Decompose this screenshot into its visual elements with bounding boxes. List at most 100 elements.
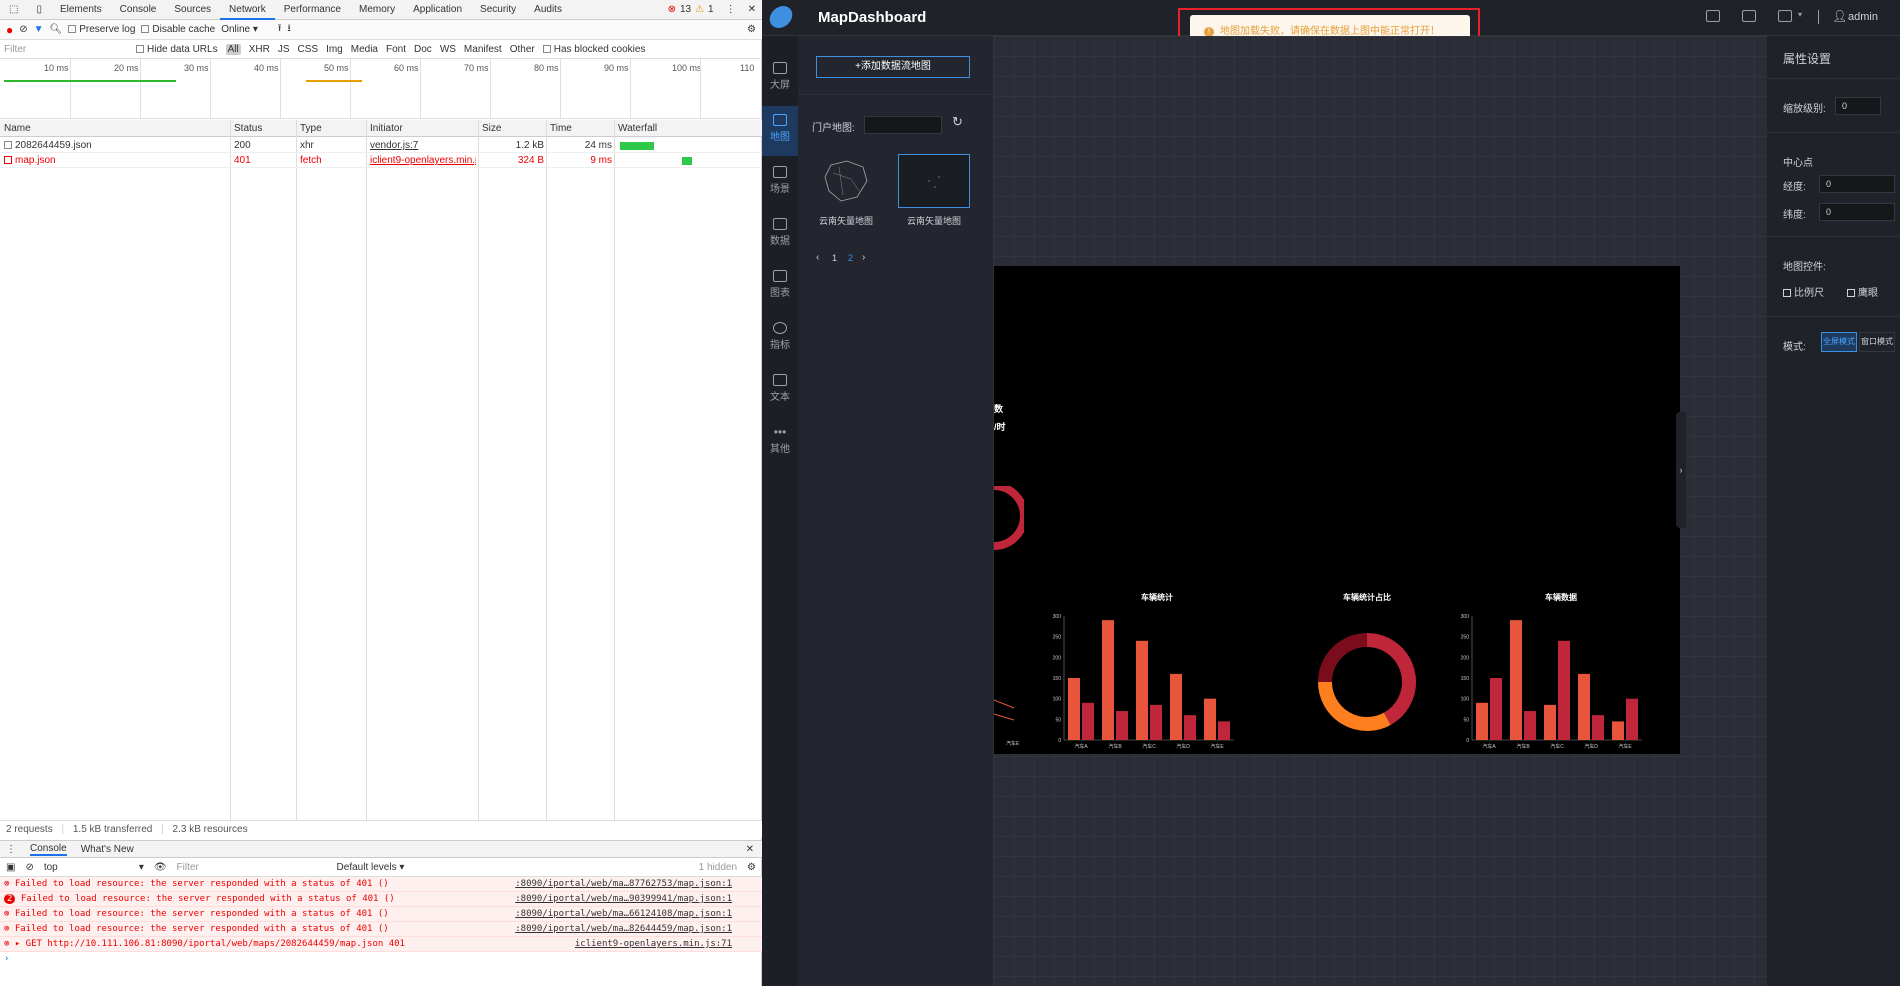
sidebar-item-indicator[interactable]: 指标	[762, 314, 798, 364]
bar[interactable]	[1170, 673, 1182, 740]
record-icon[interactable]: ●	[6, 23, 13, 37]
tab-network[interactable]: Network	[220, 0, 275, 20]
donut-slice[interactable]	[1366, 633, 1416, 725]
sidebar-item-screen[interactable]: 大屏	[762, 54, 798, 104]
column-header-name[interactable]: Name	[0, 120, 230, 137]
column-header-waterfall[interactable]: Waterfall	[614, 120, 762, 137]
sidebar-item-chart[interactable]: 图表	[762, 262, 798, 312]
filter-input[interactable]: Filter	[4, 44, 128, 55]
hide-data-urls-checkbox[interactable]: Hide data URLs	[136, 44, 218, 55]
prev-page-icon[interactable]: ‹	[816, 252, 819, 263]
tab-performance[interactable]: Performance	[275, 0, 350, 20]
bar[interactable]	[1136, 640, 1148, 740]
filter-icon[interactable]: ▼	[34, 24, 44, 35]
bar[interactable]	[1082, 702, 1094, 740]
type-filter-other[interactable]: Other	[510, 44, 535, 55]
user-icon[interactable]: 👤︎	[1832, 9, 1847, 23]
bar[interactable]	[1184, 715, 1196, 740]
clear-console-icon[interactable]: ⊘	[25, 862, 33, 873]
console-source-link[interactable]: :8090/iportal/web/ma…90399941/map.json:1	[515, 892, 732, 907]
page-1[interactable]: 1	[832, 253, 837, 263]
donut-slice[interactable]	[1318, 681, 1391, 731]
add-data-flow-map-button[interactable]: +添加数据流地图	[816, 56, 970, 78]
dashboard-preview[interactable]: 数 /时 汽车E 车辆统计 300 250 200 150 100 50 0 汽车A 汽车B 汽车…	[994, 266, 1680, 754]
type-filter-font[interactable]: Font	[386, 44, 406, 55]
sidebar-item-text[interactable]: 文本	[762, 366, 798, 416]
search-icon[interactable]: 🔍︎	[50, 24, 63, 35]
type-filter-doc[interactable]: Doc	[414, 44, 432, 55]
page-2[interactable]: 2	[848, 253, 853, 263]
tab-console[interactable]: Console	[111, 0, 166, 20]
save-icon[interactable]	[1778, 10, 1792, 22]
disable-cache-checkbox[interactable]: Disable cache	[141, 24, 215, 35]
sidebar-toggle-icon[interactable]: ▣	[6, 862, 15, 873]
map-thumbnail[interactable]	[810, 154, 882, 208]
tab-elements[interactable]: Elements	[51, 0, 111, 20]
tab-whats-new[interactable]: What's New	[81, 844, 134, 855]
bar[interactable]	[1510, 620, 1522, 740]
canvas-collapse-handle[interactable]: ›	[1676, 412, 1686, 528]
request-initiator[interactable]: iclient9-openlayers.min.js...	[366, 153, 476, 168]
vehicle-stats-bar-chart[interactable]: 300 250 200 150 100 50 0 汽车A 汽车B 汽车C 汽车D 汽车E	[1042, 602, 1242, 752]
overview-checkbox[interactable]: 鹰眼	[1847, 284, 1878, 299]
bar[interactable]	[1102, 620, 1114, 740]
export-icon[interactable]: ⭳	[287, 21, 291, 38]
bar[interactable]	[1612, 721, 1624, 740]
console-filter-input[interactable]: Filter	[177, 862, 327, 873]
console-settings-icon[interactable]: ⚙	[747, 862, 756, 873]
vehicle-share-donut-chart[interactable]	[1307, 622, 1427, 742]
type-filter-js[interactable]: JS	[278, 44, 290, 55]
import-icon[interactable]: ⭱	[278, 21, 282, 38]
sidebar-item-scene[interactable]: 场景	[762, 158, 798, 208]
bar[interactable]	[1544, 704, 1556, 740]
map-thumbnail-selected[interactable]	[898, 154, 970, 208]
type-filter-manifest[interactable]: Manifest	[464, 44, 502, 55]
bar[interactable]	[1578, 673, 1590, 740]
refresh-icon[interactable]: ↻	[952, 114, 963, 130]
fullscreen-mode-button[interactable]: 全屏模式	[1821, 332, 1857, 352]
kebab-menu-icon[interactable]: ⋮	[726, 4, 736, 15]
levels-select[interactable]: Default levels ▾	[337, 862, 405, 873]
type-filter-img[interactable]: Img	[326, 44, 343, 55]
sidebar-item-data[interactable]: 数据	[762, 210, 798, 260]
has-blocked-cookies-checkbox[interactable]: Has blocked cookies	[542, 44, 645, 55]
longitude-input[interactable]: 0	[1819, 175, 1895, 193]
bar[interactable]	[1204, 698, 1216, 740]
column-header-time[interactable]: Time	[546, 120, 614, 137]
bar[interactable]	[1592, 715, 1604, 740]
console-source-link[interactable]: :8090/iportal/web/ma…87762753/map.json:1	[515, 877, 732, 892]
throttle-select[interactable]: Online ▾	[221, 24, 258, 35]
tab-sources[interactable]: Sources	[165, 0, 220, 20]
bar[interactable]	[1218, 721, 1230, 740]
zoom-level-input[interactable]: 0	[1835, 97, 1881, 115]
close-devtools-icon[interactable]: ✕	[748, 4, 756, 15]
latitude-input[interactable]: 0	[1819, 203, 1895, 221]
drawer-menu-icon[interactable]: ⋮	[6, 844, 16, 855]
scale-checkbox[interactable]: 比例尺	[1783, 284, 1824, 299]
context-select[interactable]: top ▾	[44, 862, 144, 873]
type-filter-xhr[interactable]: XHR	[249, 44, 270, 55]
inspect-icon[interactable]: ⬚	[0, 0, 27, 20]
bar[interactable]	[1150, 704, 1162, 740]
type-filter-media[interactable]: Media	[351, 44, 378, 55]
window-mode-button[interactable]: 窗口模式	[1859, 332, 1895, 352]
device-toggle-icon[interactable]: ▯	[27, 0, 51, 20]
tab-application[interactable]: Application	[404, 0, 471, 20]
preserve-log-checkbox[interactable]: Preserve log	[68, 24, 135, 35]
table-row[interactable]: 2082644459.json 200 xhr vendor.js:7 1.2 …	[0, 138, 762, 153]
bar[interactable]	[1116, 711, 1128, 740]
donut-slice[interactable]	[1318, 633, 1368, 683]
clear-icon[interactable]: ⊘	[19, 24, 27, 35]
request-initiator[interactable]: vendor.js:7	[366, 138, 418, 153]
next-page-icon[interactable]: ›	[862, 252, 865, 263]
bar[interactable]	[1068, 678, 1080, 740]
tab-memory[interactable]: Memory	[350, 0, 404, 20]
share-icon[interactable]	[1742, 10, 1756, 22]
column-header-status[interactable]: Status	[230, 120, 296, 137]
bar[interactable]	[1490, 678, 1502, 740]
column-header-type[interactable]: Type	[296, 120, 366, 137]
tab-security[interactable]: Security	[471, 0, 525, 20]
portal-map-search-input[interactable]	[864, 116, 942, 134]
bar[interactable]	[1476, 702, 1488, 740]
sidebar-item-map[interactable]: 地图	[762, 106, 798, 156]
